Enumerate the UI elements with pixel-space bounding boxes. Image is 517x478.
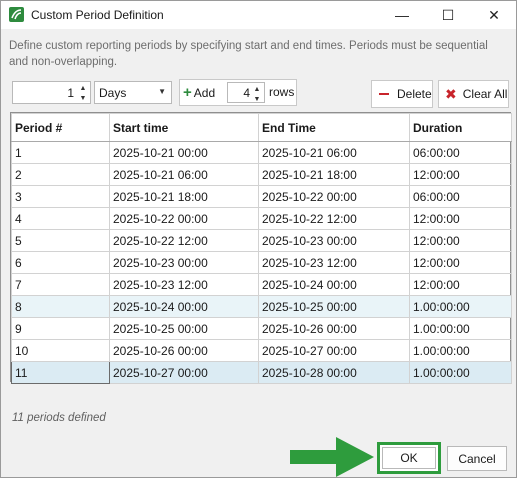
period-length-input[interactable]: 1 ▲ ▼ (12, 81, 91, 104)
cell-end-time[interactable]: 2025-10-22 12:00 (258, 207, 410, 230)
table-header-row: Period # Start time End Time Duration (11, 113, 512, 142)
table-row[interactable]: 8 2025-10-24 00:00 2025-10-25 00:00 1.00… (11, 295, 512, 318)
cell-duration: 12:00:00 (409, 273, 512, 296)
period-unit-value: Days (99, 86, 127, 100)
table-row[interactable]: 3 2025-10-21 18:00 2025-10-22 00:00 06:0… (11, 185, 512, 208)
cell-start-time[interactable]: 2025-10-25 00:00 (109, 317, 259, 340)
delete-label: Delete (397, 87, 432, 101)
period-unit-select[interactable]: Days ▼ (94, 81, 172, 104)
spin-down-icon[interactable]: ▼ (251, 94, 263, 104)
cell-start-time[interactable]: 2025-10-22 12:00 (109, 229, 259, 252)
chevron-down-icon: ▼ (158, 87, 166, 96)
cell-start-time[interactable]: 2025-10-26 00:00 (109, 339, 259, 362)
cell-period[interactable]: 1 (11, 141, 110, 164)
cell-end-time[interactable]: 2025-10-25 00:00 (258, 295, 410, 318)
cell-period[interactable]: 2 (11, 163, 110, 186)
cell-duration: 1.00:00:00 (409, 339, 512, 362)
clear-all-label: Clear All (462, 87, 508, 101)
cell-duration: 06:00:00 (409, 185, 512, 208)
cell-period[interactable]: 6 (11, 251, 110, 274)
cell-period[interactable]: 11 (11, 361, 110, 384)
rows-count-value: 4 (243, 86, 250, 100)
cell-period[interactable]: 8 (11, 295, 110, 318)
cell-duration: 1.00:00:00 (409, 361, 512, 384)
rows-label: rows (269, 85, 295, 99)
cell-period[interactable]: 3 (11, 185, 110, 208)
cell-end-time[interactable]: 2025-10-21 06:00 (258, 141, 410, 164)
cell-period[interactable]: 10 (11, 339, 110, 362)
ok-button-inner: OK (382, 447, 436, 469)
cancel-button[interactable]: Cancel (447, 446, 507, 471)
cell-duration: 12:00:00 (409, 207, 512, 230)
cell-start-time[interactable]: 2025-10-22 00:00 (109, 207, 259, 230)
status-text: 11 periods defined (12, 412, 106, 424)
instructions-text: Define custom reporting periods by speci… (9, 40, 488, 68)
cell-end-time[interactable]: 2025-10-27 00:00 (258, 339, 410, 362)
table-row[interactable]: 4 2025-10-22 00:00 2025-10-22 12:00 12:0… (11, 207, 512, 230)
cell-period[interactable]: 4 (11, 207, 110, 230)
table-row[interactable]: 7 2025-10-23 12:00 2025-10-24 00:00 12:0… (11, 273, 512, 296)
cell-duration: 06:00:00 (409, 141, 512, 164)
cell-period[interactable]: 9 (11, 317, 110, 340)
cell-duration: 1.00:00:00 (409, 317, 512, 340)
cell-start-time[interactable]: 2025-10-24 00:00 (109, 295, 259, 318)
cell-end-time[interactable]: 2025-10-26 00:00 (258, 317, 410, 340)
delete-button[interactable]: Delete (371, 80, 433, 108)
minus-icon (379, 93, 389, 95)
add-button[interactable]: + Add (183, 82, 229, 103)
cell-period[interactable]: 5 (11, 229, 110, 252)
cell-start-time[interactable]: 2025-10-23 00:00 (109, 251, 259, 274)
column-header-duration[interactable]: Duration (409, 113, 512, 142)
ok-label: OK (400, 451, 418, 465)
table-row[interactable]: 2 2025-10-21 06:00 2025-10-21 18:00 12:0… (11, 163, 512, 186)
cell-start-time[interactable]: 2025-10-23 12:00 (109, 273, 259, 296)
cell-end-time[interactable]: 2025-10-24 00:00 (258, 273, 410, 296)
cell-duration: 12:00:00 (409, 229, 512, 252)
table-row[interactable]: 10 2025-10-26 00:00 2025-10-27 00:00 1.0… (11, 339, 512, 362)
table-row[interactable]: 9 2025-10-25 00:00 2025-10-26 00:00 1.00… (11, 317, 512, 340)
clear-all-button[interactable]: ✖ Clear All (438, 80, 509, 108)
cell-duration: 1.00:00:00 (409, 295, 512, 318)
cell-end-time[interactable]: 2025-10-21 18:00 (258, 163, 410, 186)
cell-end-time[interactable]: 2025-10-28 00:00 (258, 361, 410, 384)
arrow-right-icon (290, 437, 374, 477)
add-rows-group: + Add 4 ▲ ▼ rows (179, 79, 297, 106)
periods-table[interactable]: Period # Start time End Time Duration 1 … (10, 112, 512, 384)
column-header-start-time[interactable]: Start time (109, 113, 259, 142)
spin-down-icon[interactable]: ▼ (77, 93, 89, 103)
table-row[interactable]: 5 2025-10-22 12:00 2025-10-23 00:00 12:0… (11, 229, 512, 252)
minimize-button[interactable]: — (379, 1, 425, 29)
ok-button[interactable]: OK (377, 442, 441, 474)
spin-up-icon[interactable]: ▲ (77, 83, 89, 93)
column-header-end-time[interactable]: End Time (258, 113, 410, 142)
cell-start-time[interactable]: 2025-10-21 00:00 (109, 141, 259, 164)
cancel-label: Cancel (458, 451, 496, 466)
cell-start-time[interactable]: 2025-10-21 06:00 (109, 163, 259, 186)
dialog-window: Custom Period Definition — ☐ ✕ Define cu… (0, 0, 517, 478)
maximize-button[interactable]: ☐ (425, 1, 471, 29)
rows-count-input[interactable]: 4 ▲ ▼ (227, 82, 265, 103)
cell-end-time[interactable]: 2025-10-23 00:00 (258, 229, 410, 252)
table-row[interactable]: 1 2025-10-21 00:00 2025-10-21 06:00 06:0… (11, 141, 512, 164)
cell-end-time[interactable]: 2025-10-23 12:00 (258, 251, 410, 274)
window-title: Custom Period Definition (31, 8, 164, 22)
column-header-period[interactable]: Period # (11, 113, 110, 142)
cell-period[interactable]: 7 (11, 273, 110, 296)
table-row-selected[interactable]: 11 2025-10-27 00:00 2025-10-28 00:00 1.0… (11, 361, 512, 384)
app-logo-icon (9, 7, 24, 22)
plus-icon: + (183, 84, 192, 101)
spin-up-icon[interactable]: ▲ (251, 84, 263, 94)
table-row[interactable]: 6 2025-10-23 00:00 2025-10-23 12:00 12:0… (11, 251, 512, 274)
cell-duration: 12:00:00 (409, 251, 512, 274)
period-length-value: 1 (67, 86, 74, 100)
close-button[interactable]: ✕ (471, 1, 517, 29)
cell-start-time[interactable]: 2025-10-21 18:00 (109, 185, 259, 208)
cell-start-time[interactable]: 2025-10-27 00:00 (109, 361, 259, 384)
clear-x-icon: ✖ (445, 86, 457, 102)
cell-end-time[interactable]: 2025-10-22 00:00 (258, 185, 410, 208)
cell-duration: 12:00:00 (409, 163, 512, 186)
add-label: Add (193, 85, 216, 100)
title-bar: Custom Period Definition — ☐ ✕ (1, 1, 516, 29)
